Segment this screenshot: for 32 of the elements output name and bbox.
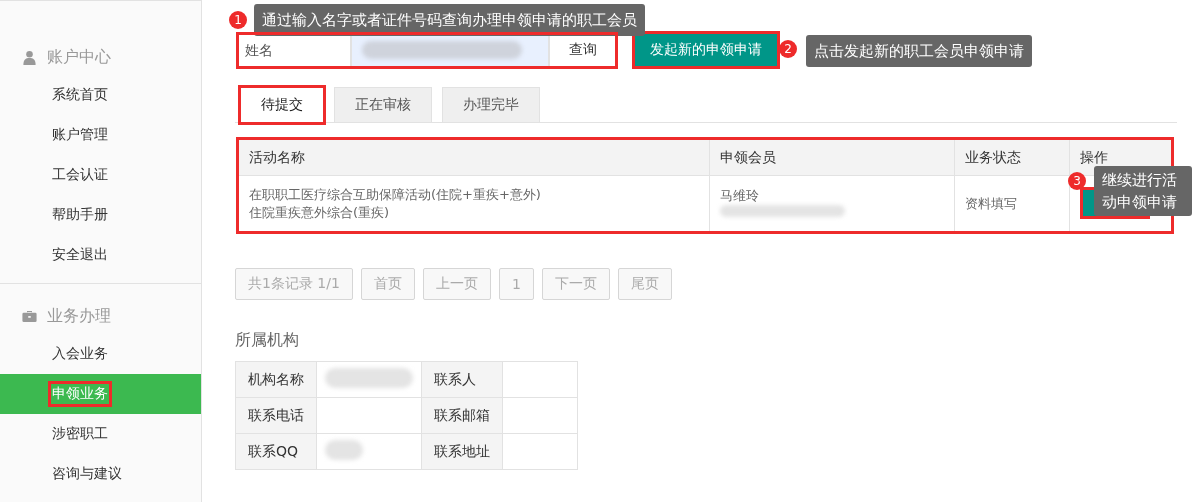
sidebar-item[interactable]: 系统首页: [0, 75, 201, 115]
field-label: 联系地址: [421, 433, 503, 470]
tab[interactable]: 正在审核: [334, 87, 432, 123]
step-number-badge: 2: [779, 40, 797, 58]
redacted-mark: [325, 440, 363, 460]
user-icon: [22, 49, 37, 65]
callout-tooltip: 点击发起新的职工会员申领申请: [806, 35, 1032, 67]
briefcase-icon: [22, 308, 37, 324]
sidebar-heading: 业务办理: [47, 305, 111, 327]
field-label: 联系邮箱: [421, 397, 503, 434]
tab[interactable]: 待提交: [240, 87, 324, 123]
column-header: 活动名称: [238, 139, 710, 176]
sidebar-heading: 账户中心: [47, 46, 111, 68]
new-application-button[interactable]: 发起新的申领申请: [634, 33, 778, 67]
field-label: 联系电话: [235, 397, 317, 434]
sidebar-item[interactable]: 咨询与建议: [0, 454, 201, 494]
step-number-badge: 1: [229, 11, 247, 29]
field-label: 联系人: [421, 361, 503, 398]
sidebar-item[interactable]: 入会业务: [0, 334, 201, 374]
step-number-badge: 3: [1068, 172, 1086, 190]
sidebar-item[interactable]: 涉密职工: [0, 414, 201, 454]
column-header: 业务状态: [954, 139, 1070, 176]
column-header: 申领会员: [709, 139, 955, 176]
sidebar-item[interactable]: 账户管理: [0, 115, 201, 155]
sidebar-item[interactable]: 工会认证: [0, 155, 201, 195]
section-title: 所属机构: [235, 330, 300, 351]
field-label: 机构名称: [235, 361, 317, 398]
sidebar-item[interactable]: 帮助手册: [0, 195, 201, 235]
tab[interactable]: 办理完毕: [442, 87, 540, 123]
sidebar-item[interactable]: 安全退出: [0, 235, 201, 275]
callout-tooltip: 继续进行活动申领申请: [1094, 166, 1192, 216]
field-label: 联系QQ: [235, 433, 317, 470]
